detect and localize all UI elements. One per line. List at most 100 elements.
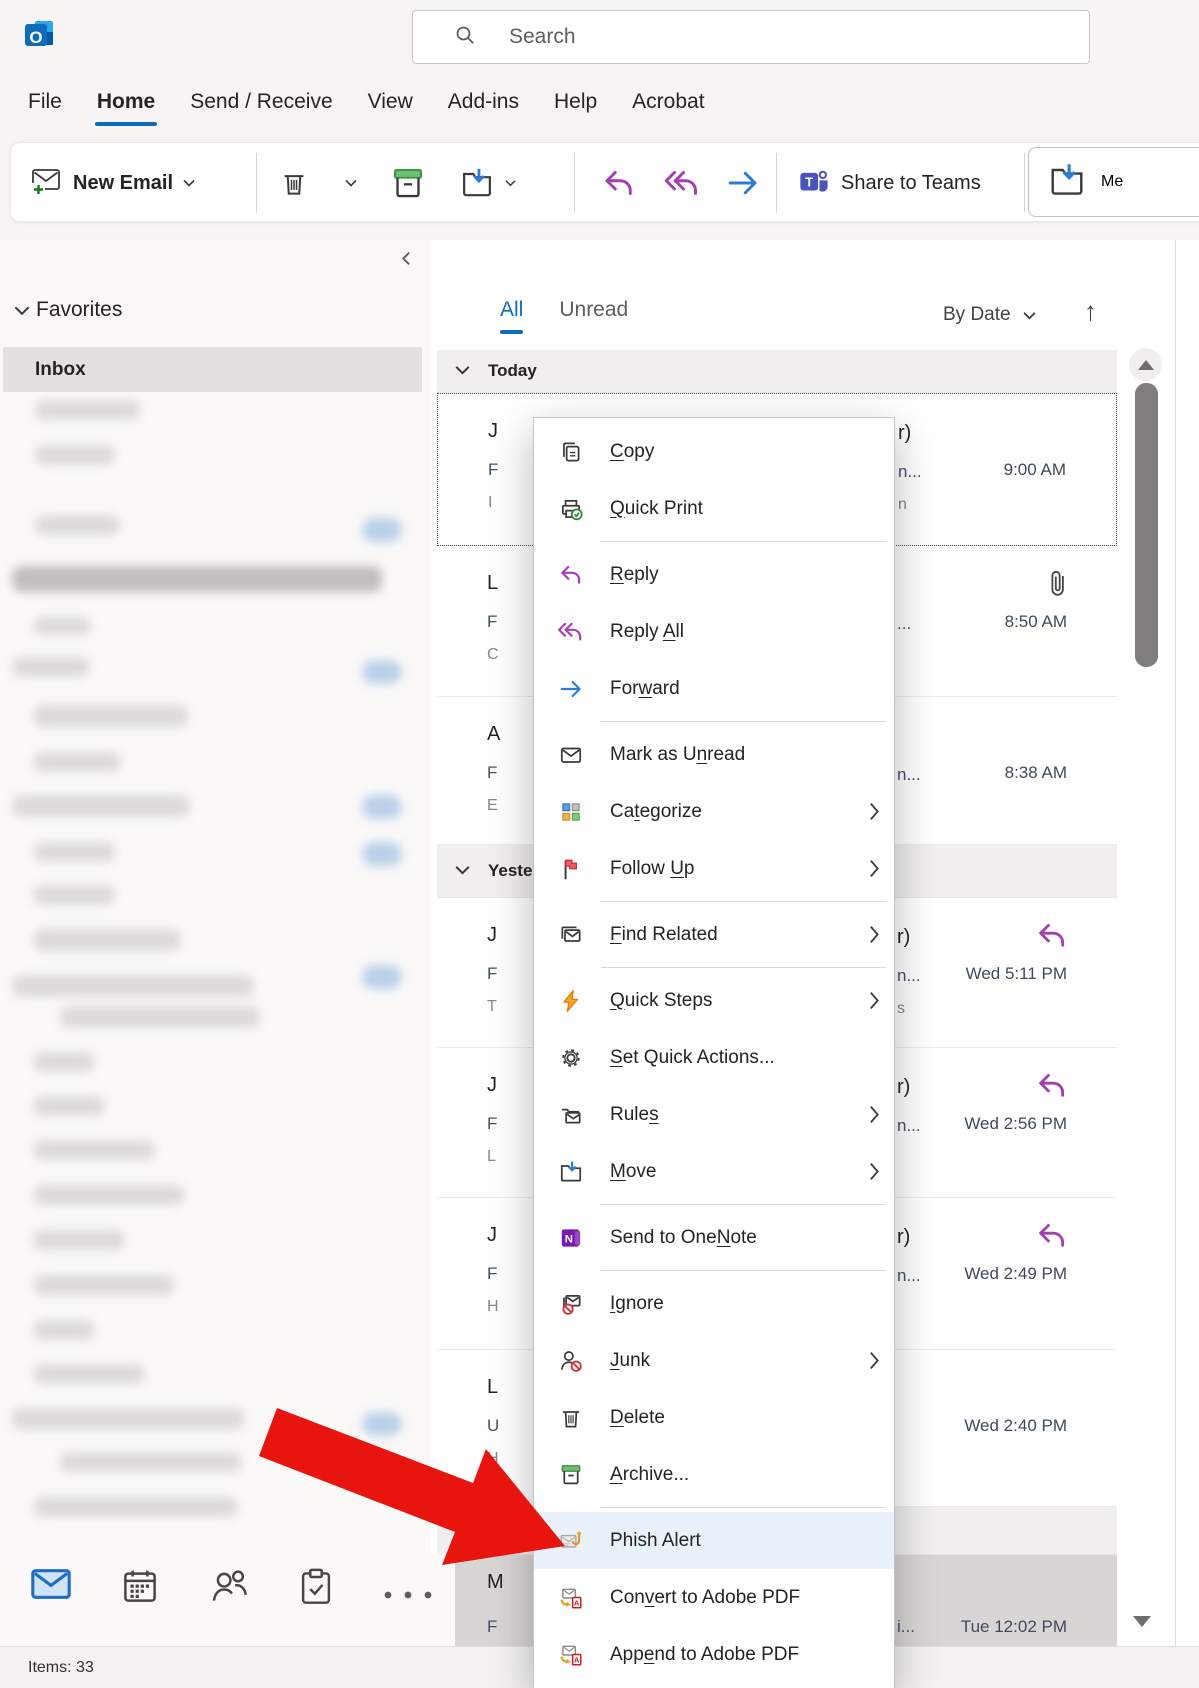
- move-folder-icon: [1047, 161, 1087, 204]
- menu-item-copy[interactable]: Copy: [534, 423, 894, 480]
- ribbon: New Email: [10, 142, 1199, 222]
- email-text-fragment: M: [487, 1571, 504, 1594]
- sort-by-date-dropdown[interactable]: By Date: [943, 304, 1036, 326]
- menu-item-quick-print[interactable]: Quick Print: [534, 480, 894, 537]
- menu-separator: [601, 541, 886, 542]
- menu-item-label: Reply: [610, 564, 659, 586]
- delete-button[interactable]: [279, 152, 309, 214]
- email-text-fragment: L: [487, 1376, 498, 1399]
- scroll-up-button[interactable]: [1129, 348, 1162, 381]
- share-to-teams-button[interactable]: T Share to Teams: [797, 152, 981, 214]
- inbox-label: Inbox: [35, 359, 86, 381]
- email-text-fragment: s: [897, 1000, 905, 1018]
- menu-item-label: Append to Adobe PDF: [610, 1644, 799, 1666]
- menu-item-reply[interactable]: Reply: [534, 546, 894, 603]
- favorites-header[interactable]: Favorites: [14, 298, 122, 322]
- menu-separator: [601, 1204, 886, 1205]
- forward-button[interactable]: [723, 152, 763, 214]
- chevron-down-icon: [455, 362, 470, 380]
- scrollbar-thumb[interactable]: [1135, 383, 1158, 667]
- email-text-fragment: n...: [898, 462, 922, 482]
- blurred-folder-item: [60, 1006, 260, 1028]
- blurred-folder-item: [35, 400, 140, 420]
- menu-item-follow-up[interactable]: Follow Up: [534, 840, 894, 897]
- blurred-unread-badge: [362, 1412, 402, 1436]
- reply-all-button[interactable]: [661, 152, 703, 214]
- email-time: Wed 5:11 PM: [966, 964, 1067, 984]
- group-header-today[interactable]: Today: [437, 350, 1117, 393]
- people-module-icon[interactable]: [208, 1567, 252, 1610]
- menu-item-move[interactable]: Move: [534, 1143, 894, 1200]
- tab-unread[interactable]: Unread: [559, 298, 628, 322]
- archive-button[interactable]: [389, 152, 427, 214]
- menu-separator: [601, 1270, 886, 1271]
- blurred-folder-item: [60, 1452, 242, 1472]
- menu-separator: [601, 721, 886, 722]
- adobe-pdf-icon: A: [556, 1642, 586, 1668]
- menu-item-label: Mark as Unread: [610, 744, 745, 766]
- menu-item-convert-to-adobe-pdf[interactable]: AConvert to Adobe PDF: [534, 1569, 894, 1626]
- pane-divider: [1175, 240, 1176, 1646]
- blurred-folder-item: [33, 1364, 145, 1384]
- menu-item-label: Reply All: [610, 621, 684, 643]
- module-switcher: [0, 1553, 455, 1646]
- menu-item-junk[interactable]: Junk: [534, 1332, 894, 1389]
- menu-item-mark-as-unread[interactable]: Mark as Unread: [534, 726, 894, 783]
- tab-send-receive[interactable]: Send / Receive: [190, 90, 332, 126]
- menu-item-append-to-adobe-pdf[interactable]: A Append to Adobe PDF: [534, 1626, 894, 1683]
- tab-help[interactable]: Help: [554, 90, 597, 126]
- sort-direction-button[interactable]: ↑: [1084, 296, 1097, 327]
- email-time: Wed 2:56 PM: [964, 1114, 1067, 1134]
- submenu-chevron-icon: [869, 1105, 880, 1129]
- menu-item-ignore[interactable]: Ignore: [534, 1275, 894, 1332]
- menu-item-forward[interactable]: Forward: [534, 660, 894, 717]
- move-to-button[interactable]: [459, 152, 516, 214]
- menu-item-reply-all[interactable]: Reply All: [534, 603, 894, 660]
- blurred-folder-item: [12, 566, 382, 592]
- tasks-module-icon[interactable]: [296, 1567, 336, 1612]
- delete-dropdown-chevron-icon[interactable]: [345, 152, 357, 214]
- menu-item-categorize[interactable]: Categorize: [534, 783, 894, 840]
- tab-all[interactable]: All: [500, 298, 523, 322]
- delete-icon: [556, 1405, 586, 1431]
- onenote-icon: N: [556, 1225, 586, 1251]
- menu-item-archive[interactable]: Archive...: [534, 1446, 894, 1503]
- calendar-module-icon[interactable]: [120, 1567, 160, 1610]
- tab-file[interactable]: File: [28, 90, 62, 126]
- menu-item-quick-steps[interactable]: Quick Steps: [534, 972, 894, 1029]
- submenu-chevron-icon: [869, 1351, 880, 1375]
- replied-icon: [1035, 1220, 1069, 1257]
- menu-item-rules[interactable]: Rules: [534, 1086, 894, 1143]
- blurred-folder-item: [33, 705, 188, 727]
- email-text-fragment: r): [897, 1226, 910, 1249]
- tab-view[interactable]: View: [368, 90, 413, 126]
- menu-item-find-related[interactable]: Find Related: [534, 906, 894, 963]
- more-modules-icon[interactable]: [382, 1587, 436, 1605]
- email-text-fragment: n...: [897, 966, 921, 986]
- tab-home[interactable]: Home: [97, 90, 155, 126]
- search-input[interactable]: Search: [412, 10, 1090, 64]
- move-to-partial-button[interactable]: Me: [1028, 147, 1199, 217]
- svg-text:A: A: [574, 1598, 580, 1607]
- collapse-sidebar-icon[interactable]: [398, 250, 415, 272]
- menu-item-label: Delete: [610, 1407, 665, 1429]
- group-label: Today: [488, 361, 537, 381]
- menu-item-delete[interactable]: Delete: [534, 1389, 894, 1446]
- follow-up-icon: [556, 856, 586, 882]
- blurred-unread-badge: [362, 965, 402, 989]
- teams-icon: T: [797, 166, 831, 201]
- sidebar-item-inbox[interactable]: Inbox: [3, 347, 422, 392]
- menu-item-phish-alert[interactable]: Phish Alert: [534, 1512, 894, 1569]
- mail-module-icon[interactable]: [30, 1567, 72, 1606]
- new-email-button[interactable]: New Email: [29, 152, 195, 214]
- tab-acrobat[interactable]: Acrobat: [632, 90, 704, 126]
- menu-item-set-quick-actions[interactable]: Set Quick Actions...: [534, 1029, 894, 1086]
- scroll-down-button[interactable]: [1133, 1616, 1151, 1627]
- email-text-fragment: U: [487, 1416, 499, 1436]
- email-text-fragment: F: [487, 1617, 497, 1637]
- reply-button[interactable]: [599, 152, 639, 214]
- menu-item-send-to-onenote[interactable]: NSend to OneNote: [534, 1209, 894, 1266]
- email-time: Wed 2:40 PM: [964, 1416, 1067, 1436]
- tab-add-ins[interactable]: Add-ins: [448, 90, 519, 126]
- divider: [776, 153, 777, 213]
